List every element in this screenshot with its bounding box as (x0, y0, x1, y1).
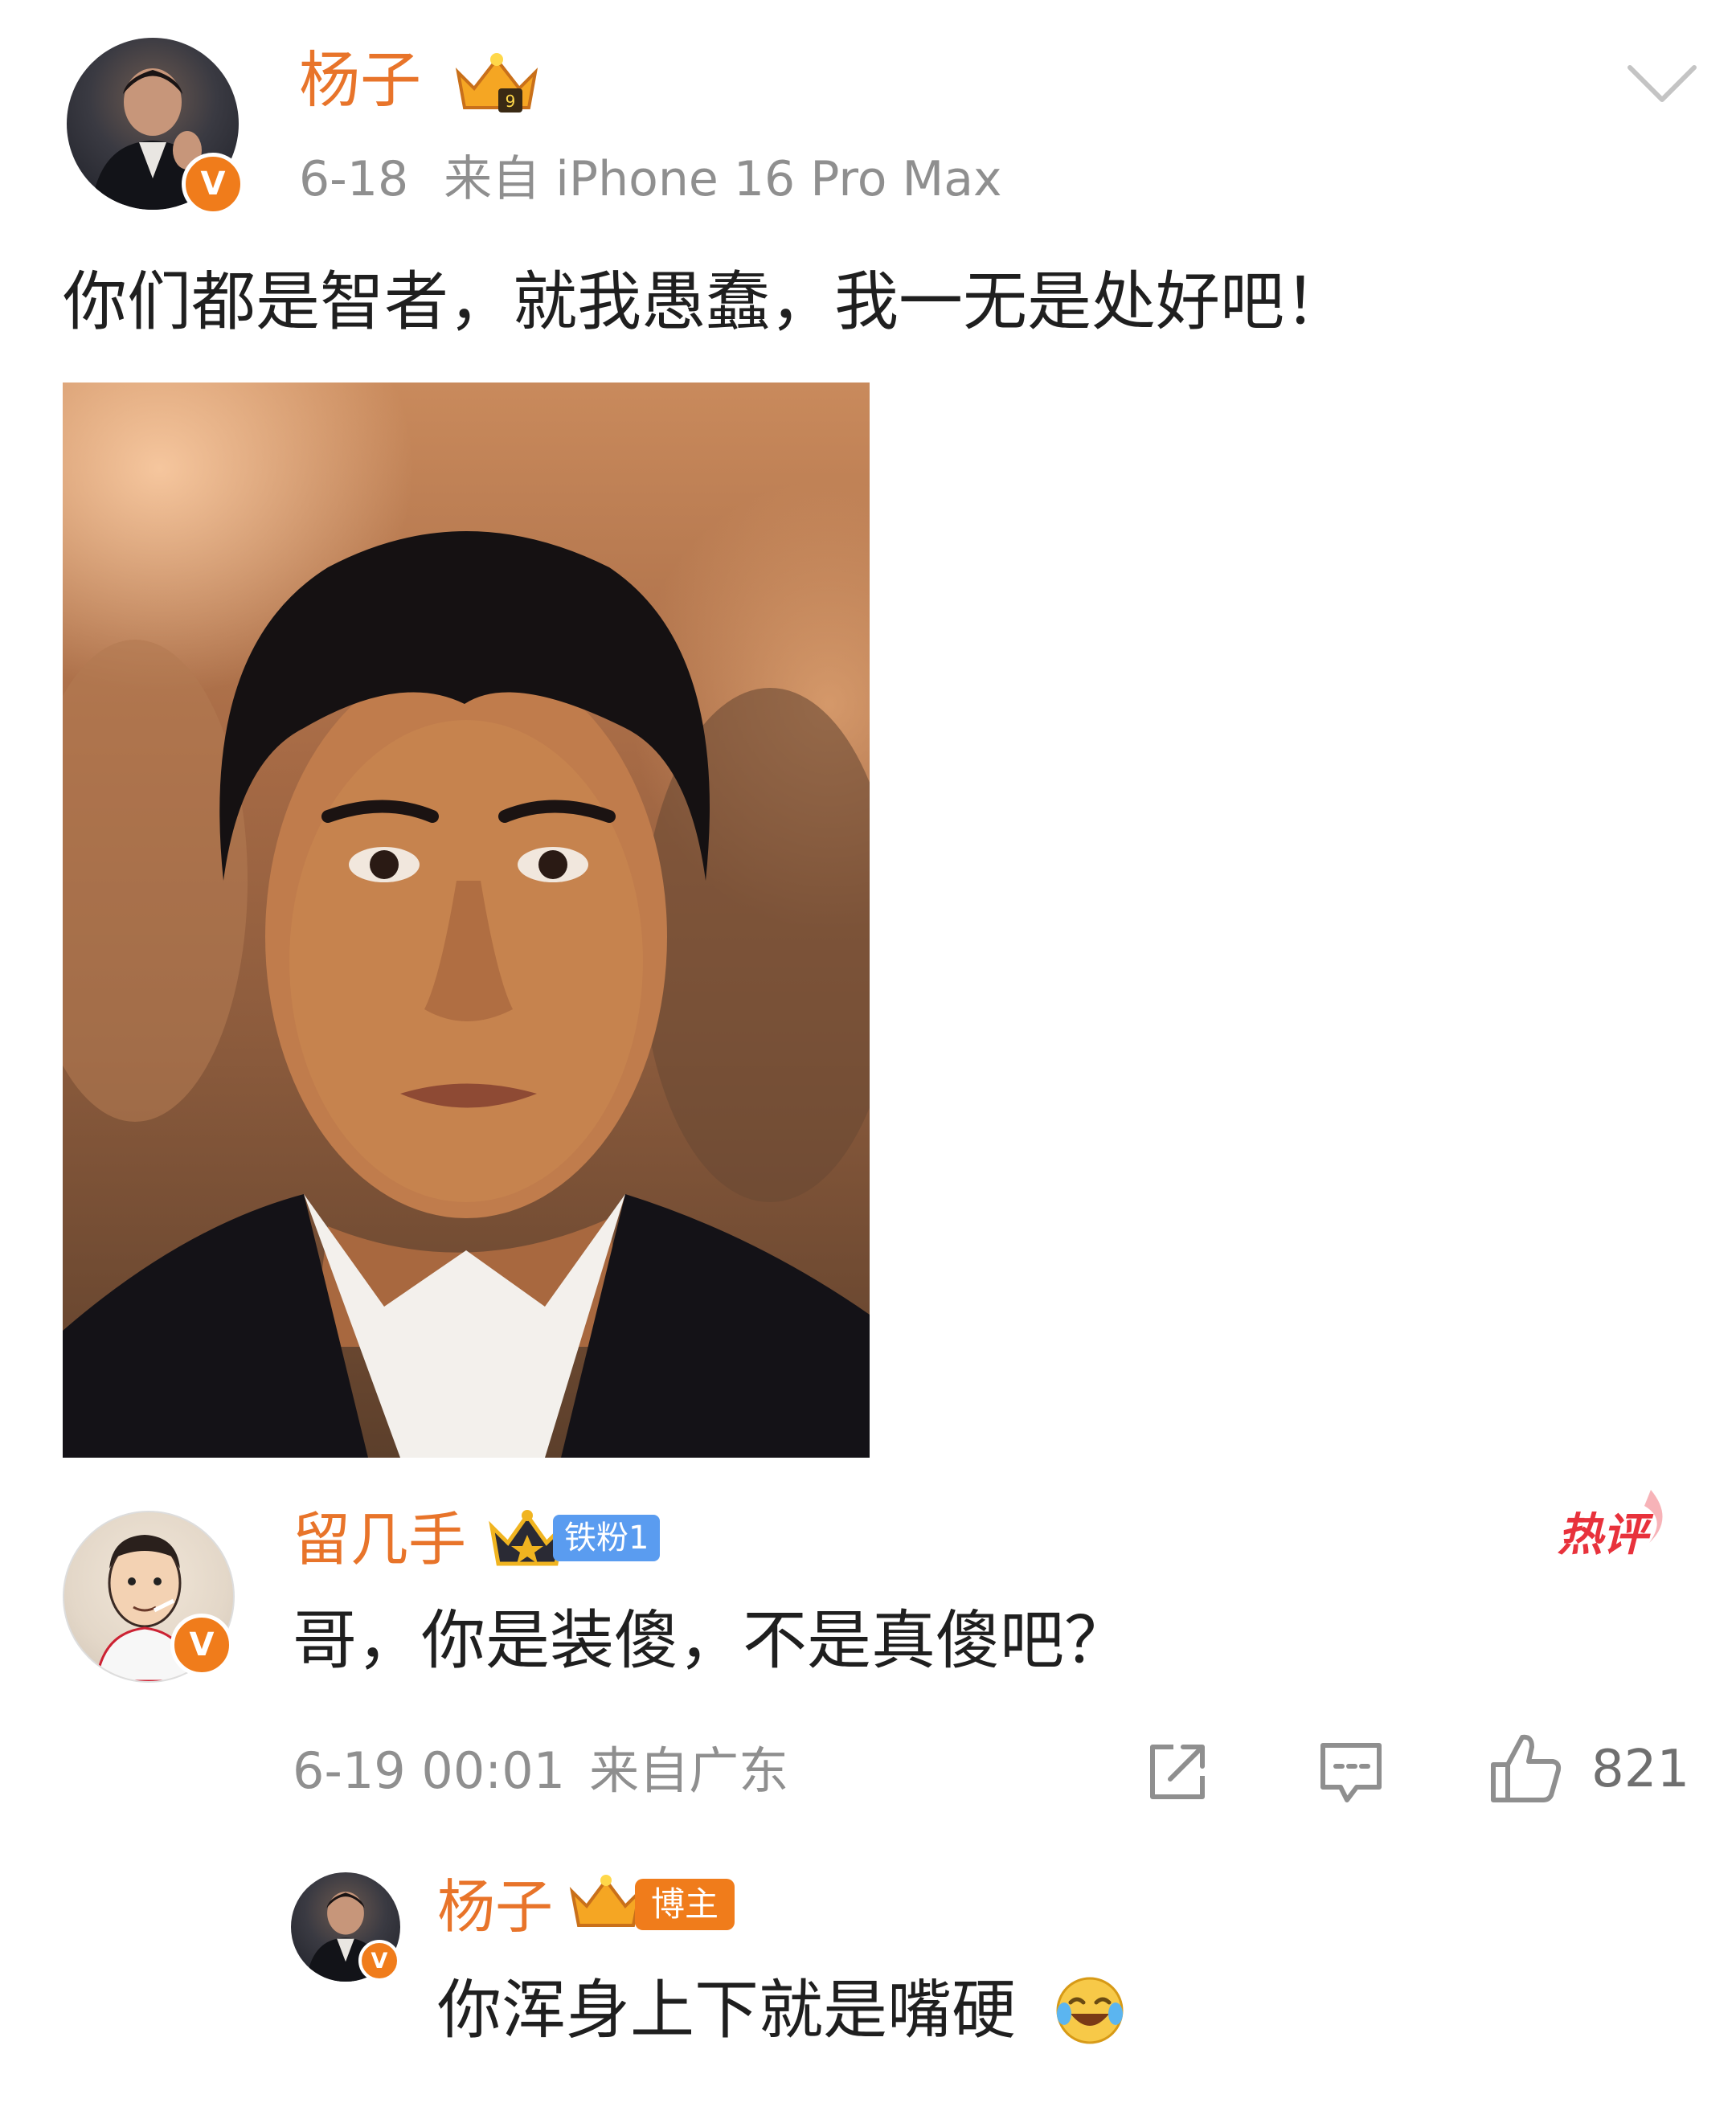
verified-v-icon: V (182, 153, 244, 215)
comment-location: 来自广东 (589, 1741, 789, 1800)
verified-v-icon: V (358, 1940, 400, 1982)
post-author-name[interactable]: 杨子 (299, 42, 421, 119)
comment-reply-icon[interactable] (1315, 1736, 1387, 1808)
svg-text:9: 9 (506, 92, 516, 111)
like-thumb-icon[interactable] (1487, 1729, 1564, 1806)
comment-author-name[interactable]: 留几手 (293, 1501, 466, 1578)
comment-time: 6-19 00:01 (293, 1741, 566, 1800)
chevron-down-icon[interactable] (1623, 53, 1701, 112)
crown-level-icon: 9 (455, 53, 538, 112)
author-badge: 博主 (635, 1879, 735, 1930)
post-text: 你们都是智者，就我愚蠢，我一无是处好吧！ (63, 264, 1349, 339)
post-date: 6-18 (299, 151, 409, 207)
post-image[interactable] (63, 382, 870, 1458)
bottom-fade-overlay (0, 2041, 1736, 2115)
reply-author-name[interactable]: 杨子 (437, 1868, 553, 1945)
like-count: 821 (1591, 1740, 1690, 1799)
comment-text: 哥，你是装傻，不是真傻吧？ (293, 1603, 1128, 1678)
post-source: 来自 iPhone 16 Pro Max (444, 151, 1002, 207)
verified-v-icon: V (170, 1614, 233, 1676)
comment-meta: 6-19 00:01 来自广东 (293, 1737, 813, 1805)
post-meta: 6-18 来自 iPhone 16 Pro Max (299, 147, 1038, 211)
laugh-cry-emoji-icon (1056, 1977, 1124, 2044)
portrait-photo-icon (63, 531, 870, 1458)
crown-level-icon (569, 1875, 643, 1927)
hot-comment-badge: 热评 (1558, 1509, 1648, 1561)
fan-badge: 铁粉1 (553, 1515, 661, 1561)
share-icon[interactable] (1141, 1736, 1214, 1808)
